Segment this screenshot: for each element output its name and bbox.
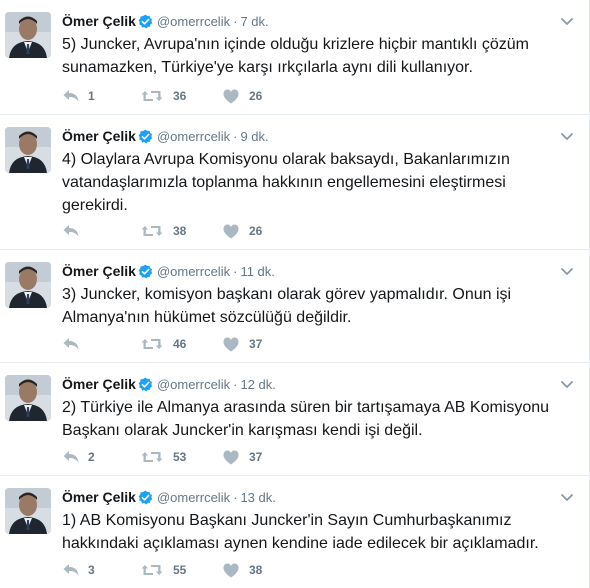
avatar[interactable] xyxy=(5,262,51,308)
tweet-header: Ömer Çelik @omerrcelik · 7 dk. xyxy=(62,12,269,33)
separator-dot: · xyxy=(233,490,238,505)
avatar[interactable] xyxy=(5,488,51,534)
retweet-button[interactable]: 38 xyxy=(141,221,186,241)
retweet-icon xyxy=(141,449,163,465)
retweet-icon xyxy=(141,223,163,239)
reply-button[interactable]: 2 xyxy=(62,447,95,467)
verified-badge-icon xyxy=(138,264,153,283)
avatar[interactable] xyxy=(5,12,51,58)
like-count: 37 xyxy=(249,337,263,351)
retweet-count: 36 xyxy=(173,89,187,103)
retweet-count: 53 xyxy=(173,450,187,464)
reply-button[interactable] xyxy=(62,221,88,241)
reply-icon xyxy=(62,449,80,465)
tweet-text: 3) Juncker, komisyon başkanı olarak göre… xyxy=(62,286,512,326)
reply-count: 1 xyxy=(88,89,95,103)
author-name[interactable]: Ömer Çelik xyxy=(62,128,136,144)
tweet-timeline: Ömer Çelik @omerrcelik · 7 dk. 5) Juncker, … xyxy=(0,0,590,588)
reply-button[interactable]: 3 xyxy=(62,560,95,580)
author-handle[interactable]: @omerrcelik xyxy=(157,129,230,144)
retweet-button[interactable]: 36 xyxy=(141,86,186,106)
retweet-count: 55 xyxy=(173,563,187,577)
like-button[interactable]: 26 xyxy=(223,221,262,241)
tweet[interactable]: Ömer Çelik @omerrcelik · 11 dk. 3) Juncker,… xyxy=(0,250,589,363)
chevron-down-icon[interactable] xyxy=(559,263,575,279)
separator-dot: · xyxy=(233,129,238,144)
author-handle[interactable]: @omerrcelik xyxy=(157,377,230,392)
reply-icon xyxy=(62,562,80,578)
tweet-header: Ömer Çelik @omerrcelik · 13 dk. xyxy=(62,488,276,509)
reply-count: 2 xyxy=(88,450,95,464)
author-name[interactable]: Ömer Çelik xyxy=(62,13,136,29)
retweet-count: 38 xyxy=(173,224,187,238)
like-button[interactable]: 37 xyxy=(223,334,262,354)
author-handle[interactable]: @omerrcelik xyxy=(157,264,230,279)
avatar[interactable] xyxy=(5,127,51,173)
reply-button[interactable]: 1 xyxy=(62,86,95,106)
verified-badge-icon xyxy=(138,14,153,33)
reply-icon xyxy=(62,223,80,239)
tweet-text: 1) AB Komisyonu Başkanı Juncker'in Sayın… xyxy=(62,512,539,552)
timestamp[interactable]: 13 dk. xyxy=(240,490,275,505)
author-handle[interactable]: @omerrcelik xyxy=(157,490,230,505)
timestamp[interactable]: 7 dk. xyxy=(240,14,268,29)
author-name[interactable]: Ömer Çelik xyxy=(62,489,136,505)
author-name[interactable]: Ömer Çelik xyxy=(62,376,136,392)
retweet-count: 46 xyxy=(173,337,187,351)
heart-icon xyxy=(223,563,239,578)
timestamp[interactable]: 12 dk. xyxy=(240,377,275,392)
verified-badge-icon xyxy=(138,377,153,396)
like-button[interactable]: 37 xyxy=(223,447,262,467)
tweet-text: 4) Olaylara Avrupa Komisyonu olarak baks… xyxy=(62,151,510,214)
chevron-down-icon[interactable] xyxy=(559,376,575,392)
reply-button[interactable] xyxy=(62,334,88,354)
retweet-icon xyxy=(141,562,163,578)
reply-icon xyxy=(62,88,80,104)
tweet-header: Ömer Çelik @omerrcelik · 11 dk. xyxy=(62,262,275,283)
tweet-text: 5) Juncker, Avrupa'nın içinde olduğu kri… xyxy=(62,36,529,76)
like-button[interactable]: 38 xyxy=(223,560,262,580)
like-count: 26 xyxy=(249,89,263,103)
timestamp[interactable]: 9 dk. xyxy=(240,129,268,144)
avatar[interactable] xyxy=(5,375,51,421)
author-handle[interactable]: @omerrcelik xyxy=(157,14,230,29)
tweet[interactable]: Ömer Çelik @omerrcelik · 12 dk. 2) Türkiye … xyxy=(0,363,589,476)
verified-badge-icon xyxy=(138,129,153,148)
reply-count: 3 xyxy=(88,563,95,577)
verified-badge-icon xyxy=(138,490,153,509)
chevron-down-icon[interactable] xyxy=(559,489,575,505)
tweet[interactable]: Ömer Çelik @omerrcelik · 7 dk. 5) Juncker, … xyxy=(0,0,589,115)
tweet-header: Ömer Çelik @omerrcelik · 9 dk. xyxy=(62,127,269,148)
heart-icon xyxy=(223,89,239,104)
timestamp[interactable]: 11 dk. xyxy=(240,264,274,279)
retweet-icon xyxy=(141,88,163,104)
retweet-button[interactable]: 55 xyxy=(141,560,186,580)
heart-icon xyxy=(223,337,239,352)
retweet-button[interactable]: 46 xyxy=(141,334,186,354)
tweet[interactable]: Ömer Çelik @omerrcelik · 9 dk. 4) Olaylara … xyxy=(0,115,589,250)
reply-icon xyxy=(62,336,80,352)
like-count: 38 xyxy=(249,563,263,577)
like-button[interactable]: 26 xyxy=(223,86,262,106)
tweet-text: 2) Türkiye ile Almanya arasında süren bi… xyxy=(62,399,550,439)
separator-dot: · xyxy=(233,264,238,279)
chevron-down-icon[interactable] xyxy=(559,128,575,144)
tweet[interactable]: Ömer Çelik @omerrcelik · 13 dk. 1) AB Komis… xyxy=(0,476,589,588)
like-count: 26 xyxy=(249,224,263,238)
retweet-button[interactable]: 53 xyxy=(141,447,186,467)
separator-dot: · xyxy=(233,377,238,392)
tweet-header: Ömer Çelik @omerrcelik · 12 dk. xyxy=(62,375,276,396)
chevron-down-icon[interactable] xyxy=(559,13,575,29)
separator-dot: · xyxy=(233,14,238,29)
retweet-icon xyxy=(141,336,163,352)
like-count: 37 xyxy=(249,450,263,464)
heart-icon xyxy=(223,450,239,465)
heart-icon xyxy=(223,224,239,239)
author-name[interactable]: Ömer Çelik xyxy=(62,263,136,279)
